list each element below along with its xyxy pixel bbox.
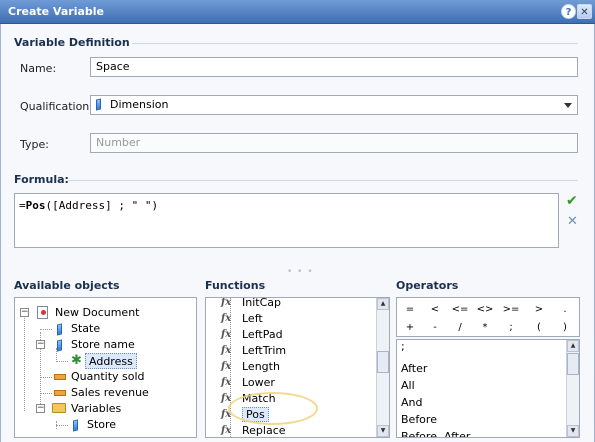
- operator-button[interactable]: =: [399, 303, 421, 317]
- function-icon: fx: [221, 377, 232, 388]
- qualification-dropdown[interactable]: Dimension: [90, 95, 578, 115]
- help-icon[interactable]: ?: [561, 4, 576, 19]
- operator-button[interactable]: ;: [500, 321, 522, 335]
- available-objects-heading: Available objects: [14, 279, 120, 292]
- operator-item[interactable]: After: [401, 360, 427, 377]
- type-label: Type:: [20, 138, 49, 151]
- scroll-thumb[interactable]: [567, 353, 579, 375]
- operator-button[interactable]: *: [474, 321, 496, 335]
- operators-scrollbar[interactable]: ▲ ▼: [566, 340, 579, 437]
- tree-item-store-name[interactable]: Store name: [71, 337, 135, 353]
- tree-item-address[interactable]: Address: [85, 353, 137, 369]
- function-item[interactable]: fx LeftPad: [221, 327, 283, 343]
- splitter-handle[interactable]: • • •: [287, 267, 314, 277]
- operator-button[interactable]: /: [449, 321, 471, 335]
- operator-button[interactable]: <=: [449, 303, 471, 317]
- section-divider: [68, 180, 578, 181]
- scroll-down-icon[interactable]: ▼: [567, 425, 579, 437]
- highlight-ellipse: [228, 392, 318, 425]
- scroll-down-icon[interactable]: ▼: [377, 425, 389, 437]
- variable-definition-heading: Variable Definition: [14, 36, 130, 49]
- formula-function: Pos: [25, 199, 46, 212]
- functions-heading: Functions: [205, 279, 266, 292]
- function-item[interactable]: fx LeftTrim: [221, 343, 286, 359]
- formula-prefix: =: [19, 199, 26, 212]
- operator-button[interactable]: (: [528, 321, 550, 335]
- function-item[interactable]: fx Replace: [221, 423, 286, 437]
- qualification-label: Qualification:: [20, 100, 93, 113]
- dimension-icon: [57, 323, 62, 336]
- function-icon: fx: [221, 361, 232, 372]
- operator-item[interactable]: Before, After: [401, 428, 470, 437]
- tree-item-store[interactable]: Store: [87, 417, 116, 433]
- dimension-icon: [96, 98, 101, 111]
- close-icon[interactable]: ✕: [577, 4, 592, 19]
- chevron-down-icon[interactable]: [564, 103, 572, 108]
- document-icon: [37, 306, 48, 319]
- function-icon: fx: [221, 313, 232, 324]
- formula-heading: Formula:: [14, 173, 69, 186]
- collapse-icon[interactable]: −: [36, 404, 45, 413]
- function-item[interactable]: fx Left: [221, 311, 263, 327]
- tree-item-quantity-sold[interactable]: Quantity sold: [71, 369, 145, 385]
- function-icon: fx: [221, 297, 232, 308]
- operator-button[interactable]: <>: [474, 303, 496, 317]
- operator-button[interactable]: >=: [500, 303, 522, 317]
- operator-item[interactable]: And: [401, 394, 422, 411]
- function-item[interactable]: fx InitCap: [221, 298, 281, 311]
- formula-arguments: ([Address] ; " "): [45, 199, 159, 212]
- dimension-icon: [57, 339, 62, 352]
- collapse-icon[interactable]: −: [36, 340, 45, 349]
- section-divider: [132, 43, 578, 44]
- validate-check-icon[interactable]: ✔: [566, 193, 578, 209]
- tree-item-sales-revenue[interactable]: Sales revenue: [71, 385, 149, 401]
- collapse-icon[interactable]: −: [20, 308, 29, 317]
- function-item[interactable]: fx Lower: [221, 375, 275, 391]
- dialog-title: Create Variable: [8, 5, 104, 18]
- operator-button[interactable]: -: [424, 321, 446, 335]
- type-field: Number: [90, 133, 578, 153]
- operator-button[interactable]: +: [399, 321, 421, 335]
- formula-editor[interactable]: =Pos([Address] ; " "): [14, 193, 559, 248]
- operator-item[interactable]: All: [401, 377, 415, 394]
- scroll-up-icon[interactable]: ▲: [567, 340, 579, 352]
- detail-icon: ✱: [71, 353, 82, 368]
- dimension-icon: [73, 419, 78, 432]
- tree-item-new-document[interactable]: New Document: [55, 305, 139, 321]
- tree-item-variables[interactable]: Variables: [71, 401, 121, 417]
- operator-button[interactable]: <: [424, 303, 446, 317]
- operator-item[interactable]: Before: [401, 411, 437, 428]
- name-input[interactable]: Space: [90, 57, 578, 77]
- available-objects-tree[interactable]: − New Document State − Store name ✱ Addr…: [14, 297, 197, 438]
- tree-item-state[interactable]: State: [71, 321, 100, 337]
- function-icon: fx: [221, 425, 232, 436]
- operator-item[interactable]: ;: [401, 340, 405, 355]
- functions-scrollbar[interactable]: ▲ ▼: [376, 298, 389, 437]
- operators-list[interactable]: ; After All And Before Before, After ▲ ▼: [396, 339, 580, 438]
- qualification-value: Dimension: [110, 98, 169, 111]
- operators-heading: Operators: [396, 279, 459, 292]
- function-icon: fx: [221, 329, 232, 340]
- operator-button[interactable]: >: [528, 303, 550, 317]
- measure-icon: [54, 374, 66, 380]
- operator-button[interactable]: ): [554, 321, 576, 335]
- measure-icon: [54, 390, 66, 396]
- name-label: Name:: [20, 62, 57, 75]
- clear-x-icon[interactable]: ✕: [567, 214, 578, 229]
- operators-grid[interactable]: = < <= <> >= > . + - / * ; ( ): [396, 297, 580, 337]
- operator-button[interactable]: .: [554, 303, 576, 317]
- scroll-up-icon[interactable]: ▲: [377, 298, 389, 310]
- title-bar: Create Variable ? ✕: [0, 0, 595, 24]
- function-icon: fx: [221, 345, 232, 356]
- function-item[interactable]: fx Length: [221, 359, 280, 375]
- scroll-thumb[interactable]: [377, 351, 389, 373]
- folder-icon: [52, 403, 66, 413]
